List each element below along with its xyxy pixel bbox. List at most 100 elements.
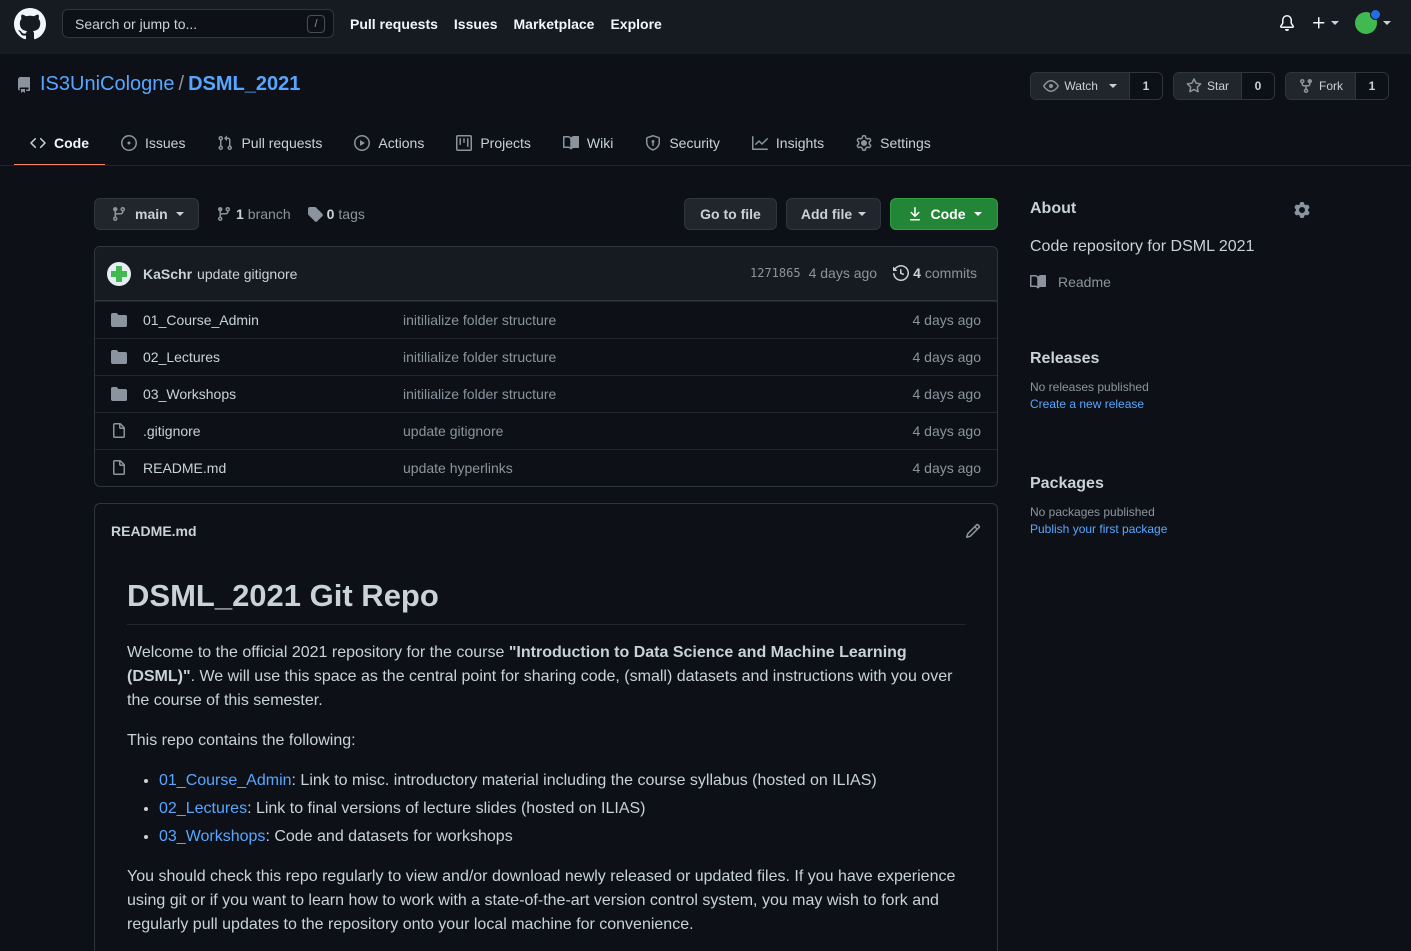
list-item-text: : Link to misc. introductory material in… [291,772,877,789]
code-icon [30,137,46,149]
readme-link[interactable]: Readme [1030,274,1310,290]
github-logo-icon[interactable] [14,8,46,40]
file-commit-message[interactable]: initilialize folder structure [403,349,556,365]
packages-empty: No packages published [1030,505,1155,519]
go-to-file-button[interactable]: Go to file [684,198,777,230]
commit-message[interactable]: update gitignore [197,266,297,282]
tab-code[interactable]: Code [14,120,105,166]
fork-label: Fork [1319,79,1343,93]
tags-link[interactable]: 0 tags [307,206,365,222]
file-row[interactable]: 02_Lectures initilialize folder structur… [95,338,997,375]
search-input[interactable]: Search or jump to... / [62,9,334,38]
readme-link-lectures[interactable]: 02_Lectures [159,800,247,817]
bell-icon[interactable] [1279,15,1295,31]
star-icon [1186,78,1202,93]
latest-commit: KaSchr update gitignore 1271865 4 days a… [95,247,997,301]
file-name[interactable]: 01_Course_Admin [143,312,259,328]
file-name[interactable]: .gitignore [143,423,201,439]
nav-issues[interactable]: Issues [454,16,498,32]
fork-button[interactable]: Fork [1286,73,1356,99]
tab-label: Projects [480,135,531,151]
code-download-button[interactable]: Code [890,198,998,230]
readme-intro: Welcome to the official 2021 repository … [127,641,965,713]
list-item: 02_Lectures: Link to final versions of l… [159,797,965,821]
tab-pull-requests[interactable]: Pull requests [201,120,338,166]
branches-link[interactable]: 1 branch [216,206,291,222]
tab-projects[interactable]: Projects [440,120,547,166]
avatar [1355,9,1381,34]
tab-insights[interactable]: Insights [736,120,840,166]
repo-owner-link[interactable]: IS3UniCologne [40,73,175,96]
add-file-button[interactable]: Add file [786,198,881,230]
user-menu[interactable] [1355,9,1391,34]
header-actions [1279,9,1391,34]
watch-button[interactable]: Watch [1031,73,1130,99]
tab-wiki[interactable]: Wiki [547,120,629,166]
nav-marketplace[interactable]: Marketplace [514,16,595,32]
packages-title[interactable]: Packages [1030,475,1310,493]
commit-meta: 1271865 4 days ago 4 commits [750,265,977,281]
file-row[interactable]: 01_Course_Admin initilialize folder stru… [95,301,997,338]
create-release-link[interactable]: Create a new release [1030,397,1310,411]
tag-count-label: tags [338,206,365,222]
chevron-down-icon [1383,21,1391,25]
commits-history-link[interactable]: 4 commits [893,265,977,281]
file-commit-message[interactable]: initilialize folder structure [403,312,556,328]
folder-icon [111,313,127,327]
tab-actions[interactable]: Actions [338,120,440,166]
commit-sha[interactable]: 1271865 [750,266,801,280]
watch-count[interactable]: 1 [1129,73,1162,99]
fork-count[interactable]: 1 [1356,73,1388,99]
folder-icon [111,387,127,401]
file-commit-message[interactable]: initilialize folder structure [403,386,556,402]
star-label: Star [1206,79,1229,93]
play-icon [354,135,371,151]
tab-issues[interactable]: Issues [105,120,201,166]
project-icon [456,135,473,151]
file-row[interactable]: .gitignore update gitignore 4 days ago [95,412,997,449]
star-button-group: Star 0 [1172,72,1275,100]
tab-label: Insights [775,135,825,151]
create-new-menu[interactable] [1311,15,1339,31]
readme-intro-text: Welcome to the official 2021 repository … [127,644,509,661]
file-commit-message[interactable]: update gitignore [403,423,503,439]
star-button[interactable]: Star [1173,73,1242,99]
branch-select-button[interactable]: main [94,198,199,230]
list-item-text: : Code and datasets for workshops [265,828,513,845]
tab-security[interactable]: Security [629,120,736,166]
file-commit-message[interactable]: update hyperlinks [403,460,513,476]
go-to-file-label: Go to file [700,206,761,222]
avatar[interactable] [107,261,131,286]
list-item: 01_Course_Admin: Link to misc. introduct… [159,769,965,793]
publish-package-link[interactable]: Publish your first package [1030,522,1310,536]
repo-name-link[interactable]: DSML_2021 [188,73,300,96]
gear-icon[interactable] [1294,202,1310,218]
releases-title[interactable]: Releases [1030,350,1310,368]
file-icon [113,423,125,438]
file-icon [113,460,125,475]
readme-link-course-admin[interactable]: 01_Course_Admin [159,772,292,789]
tab-label: Security [669,135,720,151]
pencil-icon[interactable] [965,523,981,539]
tab-settings[interactable]: Settings [840,120,947,166]
branch-info: 1 branch 0 tags [216,206,365,222]
file-name[interactable]: README.md [143,460,226,476]
file-date: 4 days ago [912,386,982,402]
tag-icon [307,207,323,222]
star-count[interactable]: 0 [1242,73,1274,99]
commit-author[interactable]: KaSchr [143,266,192,282]
file-name[interactable]: 02_Lectures [143,349,220,365]
file-row[interactable]: 03_Workshops initilialize folder structu… [95,375,997,412]
file-name[interactable]: 03_Workshops [143,386,236,402]
file-date: 4 days ago [912,423,982,439]
nav-explore[interactable]: Explore [610,16,661,32]
download-icon [909,207,920,221]
readme-contains: This repo contains the following: [127,732,356,749]
chevron-down-icon [858,212,867,216]
file-row[interactable]: README.md update hyperlinks 4 days ago [95,449,997,486]
readme-link-workshops[interactable]: 03_Workshops [159,828,265,845]
graph-icon [751,136,768,150]
fork-button-group: Fork 1 [1285,72,1389,100]
nav-pull-requests[interactable]: Pull requests [350,16,438,32]
book-icon [1030,274,1046,289]
